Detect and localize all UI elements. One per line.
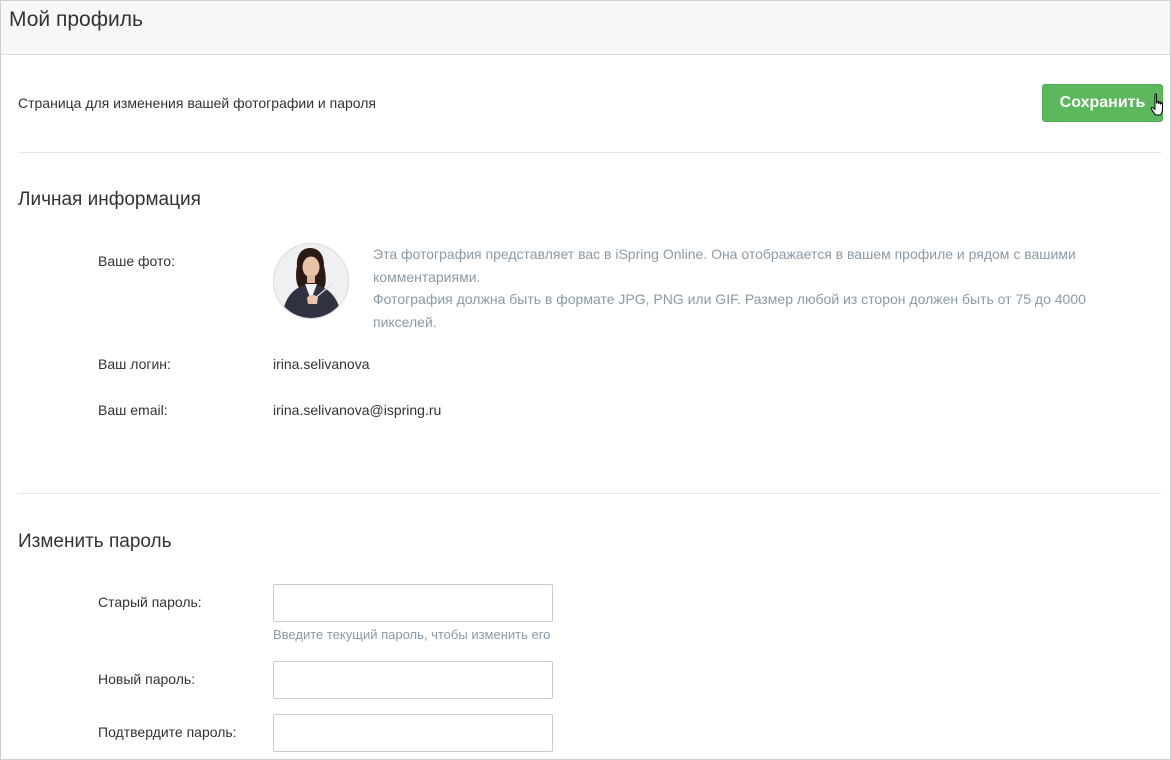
confirm-password-label: Подтвердите пароль: (98, 724, 237, 740)
photo-label: Ваше фото: (98, 253, 175, 269)
old-password-input[interactable] (273, 584, 553, 622)
hand-pointer-icon (1150, 93, 1163, 116)
page-subtitle: Страница для изменения вашей фотографии … (18, 95, 376, 111)
page-title: Мой профиль (9, 8, 143, 31)
new-password-input[interactable] (273, 661, 553, 699)
login-value: irina.selivanova (273, 356, 370, 372)
divider (18, 152, 1161, 153)
save-button[interactable]: Сохранить (1042, 84, 1163, 122)
change-password-heading: Изменить пароль (18, 531, 172, 552)
email-value: irina.selivanova@ispring.ru (273, 402, 442, 418)
new-password-label: Новый пароль: (98, 671, 196, 687)
personal-info-heading: Личная информация (18, 189, 201, 210)
login-label: Ваш логин: (98, 356, 171, 372)
photo-hint-text-2: Фотография должна быть в формате JPG, PN… (373, 291, 1086, 330)
email-label: Ваш email: (98, 402, 168, 418)
divider (18, 493, 1161, 494)
photo-hint-text-1: Эта фотография представляет вас в iSprin… (373, 246, 1076, 285)
profile-window: Мой профиль Страница для изменения вашей… (0, 0, 1171, 760)
old-password-hint: Введите текущий пароль, чтобы изменить е… (273, 627, 551, 642)
user-photo-image (274, 244, 348, 318)
avatar[interactable] (273, 243, 349, 319)
page-header: Мой профиль (1, 1, 1170, 55)
old-password-label: Старый пароль: (98, 594, 202, 610)
confirm-password-input[interactable] (273, 714, 553, 752)
photo-hint: Эта фотография представляет вас в iSprin… (373, 243, 1153, 333)
